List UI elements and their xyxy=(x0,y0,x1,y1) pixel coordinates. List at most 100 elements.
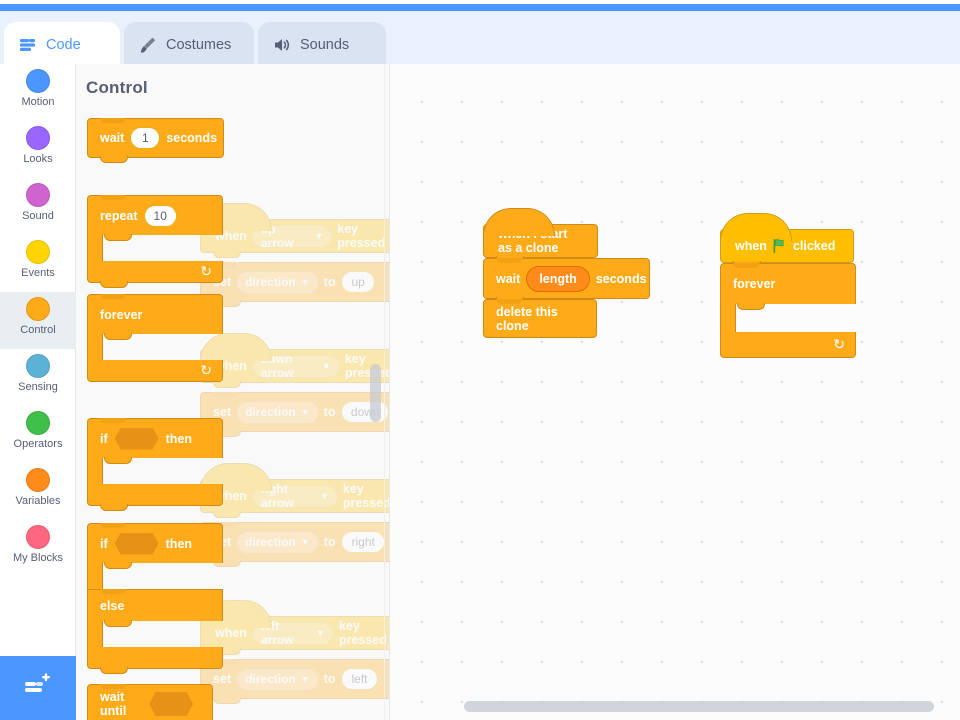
chevron-down-icon: ▼ xyxy=(314,231,324,241)
palette-block-wait[interactable]: wait 1 seconds xyxy=(87,118,224,163)
delete-clone-label: delete this clone xyxy=(496,304,558,333)
ghost-direction-dropdown: direction ▼ xyxy=(236,530,319,554)
else-label: else xyxy=(100,598,125,613)
green-flag-icon xyxy=(772,238,788,254)
if-footer xyxy=(87,484,223,511)
category-my-blocks[interactable]: My Blocks xyxy=(0,520,76,577)
ghost-keypressed-label: key pressed xyxy=(337,222,386,250)
forever-ws-label: forever xyxy=(733,277,776,291)
wait-units-label: seconds xyxy=(166,131,218,145)
block-when-i-start-as-a-clone[interactable]: when I start as a clone xyxy=(483,208,598,263)
my-blocks-dot-icon xyxy=(26,525,50,549)
add-extension-button[interactable] xyxy=(0,656,76,720)
loop-arrow-icon: ↻ xyxy=(833,335,845,352)
sensing-dot-icon xyxy=(26,354,50,378)
code-icon xyxy=(18,35,38,55)
chevron-down-icon: ▼ xyxy=(300,277,310,287)
ifelse-then-label: then xyxy=(165,536,193,551)
category-sound[interactable]: Sound xyxy=(0,178,76,235)
clicked-label: clicked xyxy=(792,239,836,253)
repeat-mouth xyxy=(87,234,132,261)
forever-label: forever xyxy=(100,307,143,322)
length-variable-reporter[interactable]: length xyxy=(526,265,590,292)
block-palette[interactable]: Control when up arrow ▼ key pressed xyxy=(76,64,390,720)
hat-cap xyxy=(483,208,555,236)
wait-seconds-input[interactable]: 1 xyxy=(130,127,161,149)
category-sensing[interactable]: Sensing xyxy=(0,349,76,406)
category-motion[interactable]: Motion xyxy=(0,64,76,121)
chevron-down-icon: ▼ xyxy=(300,537,310,547)
category-looks[interactable]: Looks xyxy=(0,121,76,178)
operators-dot-icon xyxy=(26,411,50,435)
ghost-direction-value: direction xyxy=(245,672,296,686)
wait-until-label: wait until xyxy=(100,690,127,718)
category-sensing-label: Sensing xyxy=(18,381,58,393)
ghost-to-label: to xyxy=(323,535,336,549)
ghost-direction-value: direction xyxy=(245,535,296,549)
palette-block-forever[interactable]: forever ↻ xyxy=(87,294,223,382)
palette-vertical-scrollbar[interactable] xyxy=(370,364,381,422)
ghost-direction-input: down xyxy=(341,401,389,423)
repeat-count-input[interactable]: 10 xyxy=(143,204,177,227)
block-forever-workspace[interactable]: forever ↻ xyxy=(720,263,856,358)
wait-label: wait xyxy=(100,131,125,145)
category-operators-label: Operators xyxy=(13,438,63,450)
if-mouth xyxy=(87,457,132,484)
palette-block-if-then[interactable]: if then xyxy=(87,418,223,511)
ifelse-header: if then xyxy=(87,523,223,563)
palette-heading: Control xyxy=(86,78,148,97)
top-white-strip xyxy=(0,0,960,4)
sound-dot-icon xyxy=(26,183,50,207)
ghost-direction-value: direction xyxy=(245,405,296,419)
wait-until-condition-slot[interactable] xyxy=(149,692,193,716)
ghost-direction-input: up xyxy=(341,271,375,293)
hat-cap xyxy=(720,213,792,241)
speaker-icon xyxy=(272,35,292,55)
ghost-direction-input: right xyxy=(341,531,385,553)
forever-ws-header: forever xyxy=(720,263,856,304)
workspace-horizontal-scrollbar[interactable] xyxy=(464,701,934,712)
ghost-to-label: to xyxy=(323,275,336,289)
tab-sounds[interactable]: Sounds xyxy=(258,22,386,67)
ghost-set-label: set xyxy=(213,405,232,419)
code-workspace[interactable]: when I start as a clone wait length seco… xyxy=(390,64,960,720)
palette-divider-inner xyxy=(384,64,385,720)
chevron-down-icon: ▼ xyxy=(316,628,325,638)
block-when-flag-clicked[interactable]: when clicked xyxy=(720,213,854,268)
ghost-keypressed-label: key pressed xyxy=(342,482,390,510)
tab-code-label: Code xyxy=(46,36,81,53)
motion-dot-icon xyxy=(26,69,50,93)
tab-costumes[interactable]: Costumes xyxy=(124,22,254,67)
block-delete-this-clone[interactable]: delete this clone xyxy=(483,299,597,338)
category-events[interactable]: Events xyxy=(0,235,76,292)
block-wait-length-seconds[interactable]: wait length seconds xyxy=(483,258,650,304)
ghost-direction-value: direction xyxy=(245,275,296,289)
tab-bar: Code Costumes Sounds xyxy=(0,11,960,67)
ghost-to-label: to xyxy=(323,672,336,686)
chevron-down-icon: ▼ xyxy=(319,491,329,501)
category-control[interactable]: Control xyxy=(0,292,76,349)
ghost-keypressed-label: key pressed xyxy=(338,619,387,647)
events-dot-icon xyxy=(26,240,50,264)
ghost-direction-dropdown: direction ▼ xyxy=(236,400,319,424)
then-label: then xyxy=(165,431,193,446)
ifelse-mouth-2 xyxy=(87,620,132,647)
forever-ws-footer: ↻ xyxy=(720,332,856,358)
editor-body: Motion Looks Sound Events Control Sensin… xyxy=(0,64,960,720)
if-condition-slot[interactable] xyxy=(114,427,159,450)
category-operators[interactable]: Operators xyxy=(0,406,76,463)
else-header: else xyxy=(87,589,223,621)
palette-block-repeat[interactable]: repeat 10 ↻ xyxy=(87,195,223,288)
category-sound-label: Sound xyxy=(22,210,54,222)
palette-block-if-else[interactable]: if then else xyxy=(87,523,223,674)
tab-code[interactable]: Code xyxy=(4,22,120,67)
category-variables[interactable]: Variables xyxy=(0,463,76,520)
ifelse-mouth-1 xyxy=(87,562,132,589)
palette-block-wait-until[interactable]: wait until xyxy=(87,684,213,720)
ghost-direction-input: left xyxy=(341,668,378,690)
forever-footer: ↻ xyxy=(87,360,223,382)
category-sidebar: Motion Looks Sound Events Control Sensin… xyxy=(0,64,76,656)
ifelse-condition-slot[interactable] xyxy=(114,532,159,555)
forever-header: forever xyxy=(87,294,223,334)
repeat-label: repeat xyxy=(100,208,138,223)
